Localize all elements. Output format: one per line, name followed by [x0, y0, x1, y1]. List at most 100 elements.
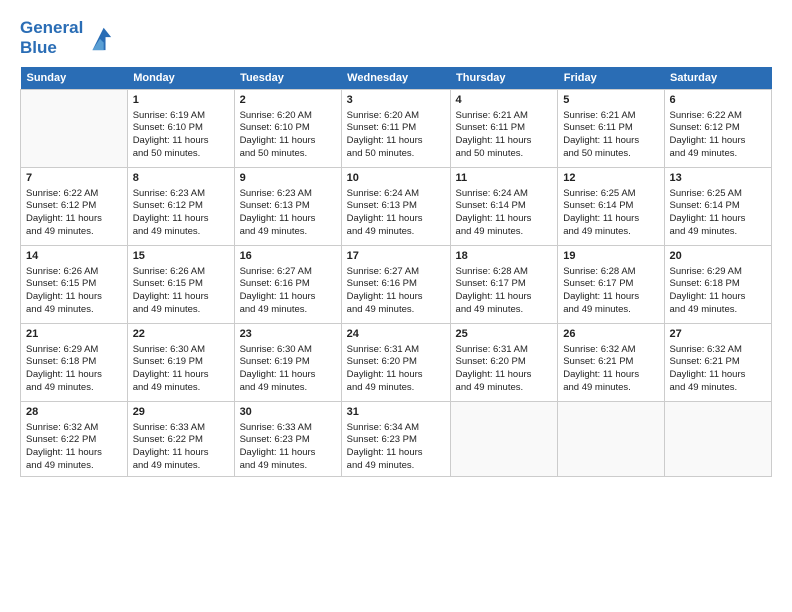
- page: General Blue SundayMondayTuesdayWednesda…: [0, 0, 792, 612]
- day-info: Sunset: 6:18 PM: [670, 278, 766, 291]
- day-info: Sunrise: 6:27 AM: [347, 266, 445, 279]
- day-number: 15: [133, 249, 229, 264]
- day-info: Sunrise: 6:25 AM: [563, 188, 658, 201]
- day-info: Sunrise: 6:33 AM: [133, 422, 229, 435]
- day-number: 13: [670, 171, 766, 186]
- calendar-cell: 20Sunrise: 6:29 AMSunset: 6:18 PMDayligh…: [664, 245, 771, 323]
- day-number: 23: [240, 327, 336, 342]
- day-number: 1: [133, 93, 229, 108]
- day-info: Sunrise: 6:27 AM: [240, 266, 336, 279]
- day-info: Daylight: 11 hours: [26, 291, 122, 304]
- day-info: Sunrise: 6:19 AM: [133, 110, 229, 123]
- day-info: Sunrise: 6:28 AM: [563, 266, 658, 279]
- day-info: and 49 minutes.: [563, 382, 658, 395]
- day-number: 19: [563, 249, 658, 264]
- day-info: Daylight: 11 hours: [563, 135, 658, 148]
- day-info: Sunset: 6:14 PM: [563, 200, 658, 213]
- day-number: 24: [347, 327, 445, 342]
- weekday-header-monday: Monday: [127, 67, 234, 90]
- day-info: Sunset: 6:19 PM: [133, 356, 229, 369]
- day-info: and 49 minutes.: [563, 304, 658, 317]
- logo: General Blue: [20, 18, 113, 59]
- day-info: Daylight: 11 hours: [456, 291, 553, 304]
- logo-general: General: [20, 18, 83, 37]
- day-info: and 49 minutes.: [133, 382, 229, 395]
- day-info: Daylight: 11 hours: [240, 213, 336, 226]
- day-info: Sunrise: 6:21 AM: [456, 110, 553, 123]
- day-info: Sunset: 6:17 PM: [563, 278, 658, 291]
- day-number: 2: [240, 93, 336, 108]
- calendar-cell: 18Sunrise: 6:28 AMSunset: 6:17 PMDayligh…: [450, 245, 558, 323]
- weekday-header-tuesday: Tuesday: [234, 67, 341, 90]
- day-info: Sunset: 6:12 PM: [26, 200, 122, 213]
- day-info: Daylight: 11 hours: [347, 135, 445, 148]
- day-info: Daylight: 11 hours: [347, 213, 445, 226]
- day-number: 12: [563, 171, 658, 186]
- day-number: 18: [456, 249, 553, 264]
- calendar-cell: 13Sunrise: 6:25 AMSunset: 6:14 PMDayligh…: [664, 167, 771, 245]
- day-info: Sunset: 6:21 PM: [563, 356, 658, 369]
- day-info: Daylight: 11 hours: [456, 213, 553, 226]
- day-info: and 49 minutes.: [456, 304, 553, 317]
- day-number: 16: [240, 249, 336, 264]
- day-info: Sunset: 6:12 PM: [133, 200, 229, 213]
- day-info: Daylight: 11 hours: [240, 369, 336, 382]
- calendar-cell: 17Sunrise: 6:27 AMSunset: 6:16 PMDayligh…: [341, 245, 450, 323]
- calendar-cell: [450, 401, 558, 476]
- day-info: and 49 minutes.: [26, 382, 122, 395]
- day-info: Sunrise: 6:31 AM: [456, 344, 553, 357]
- day-info: Sunrise: 6:22 AM: [670, 110, 766, 123]
- week-row-4: 21Sunrise: 6:29 AMSunset: 6:18 PMDayligh…: [21, 323, 772, 401]
- day-info: Sunset: 6:16 PM: [347, 278, 445, 291]
- calendar-cell: 5Sunrise: 6:21 AMSunset: 6:11 PMDaylight…: [558, 89, 664, 167]
- day-number: 20: [670, 249, 766, 264]
- day-info: Sunset: 6:17 PM: [456, 278, 553, 291]
- calendar-cell: [664, 401, 771, 476]
- day-info: Daylight: 11 hours: [563, 291, 658, 304]
- calendar-cell: 12Sunrise: 6:25 AMSunset: 6:14 PMDayligh…: [558, 167, 664, 245]
- calendar-cell: 24Sunrise: 6:31 AMSunset: 6:20 PMDayligh…: [341, 323, 450, 401]
- day-number: 4: [456, 93, 553, 108]
- weekday-header-sunday: Sunday: [21, 67, 128, 90]
- calendar-cell: 19 Sunrise: 6:28 AMSunset: 6:17 PMDayligh…: [558, 245, 664, 323]
- day-info: Daylight: 11 hours: [456, 135, 553, 148]
- calendar-cell: 3Sunrise: 6:20 AMSunset: 6:11 PMDaylight…: [341, 89, 450, 167]
- day-number: 17: [347, 249, 445, 264]
- day-info: and 49 minutes.: [26, 226, 122, 239]
- calendar-table: SundayMondayTuesdayWednesdayThursdayFrid…: [20, 67, 772, 477]
- day-info: Sunset: 6:11 PM: [456, 122, 553, 135]
- day-number: 21: [26, 327, 122, 342]
- day-info: Daylight: 11 hours: [563, 369, 658, 382]
- day-info: Sunset: 6:19 PM: [240, 356, 336, 369]
- day-number: 31: [347, 405, 445, 420]
- day-info: Daylight: 11 hours: [133, 369, 229, 382]
- day-info: Daylight: 11 hours: [133, 291, 229, 304]
- day-info: Sunset: 6:20 PM: [456, 356, 553, 369]
- calendar-cell: 29Sunrise: 6:33 AMSunset: 6:22 PMDayligh…: [127, 401, 234, 476]
- day-info: and 49 minutes.: [240, 382, 336, 395]
- logo-blue: Blue: [20, 38, 57, 57]
- day-info: Sunset: 6:14 PM: [670, 200, 766, 213]
- day-info: and 49 minutes.: [240, 304, 336, 317]
- day-info: Sunset: 6:12 PM: [670, 122, 766, 135]
- day-info: and 49 minutes.: [670, 226, 766, 239]
- day-info: Sunrise: 6:32 AM: [26, 422, 122, 435]
- day-info: Sunrise: 6:29 AM: [26, 344, 122, 357]
- day-info: and 49 minutes.: [347, 304, 445, 317]
- calendar-cell: 22Sunrise: 6:30 AMSunset: 6:19 PMDayligh…: [127, 323, 234, 401]
- day-info: Daylight: 11 hours: [240, 447, 336, 460]
- day-info: Sunset: 6:13 PM: [240, 200, 336, 213]
- day-info: Sunset: 6:15 PM: [26, 278, 122, 291]
- day-info: Sunset: 6:18 PM: [26, 356, 122, 369]
- day-info: Daylight: 11 hours: [670, 291, 766, 304]
- day-info: Daylight: 11 hours: [26, 369, 122, 382]
- calendar-cell: 4 Sunrise: 6:21 AMSunset: 6:11 PMDaylight…: [450, 89, 558, 167]
- day-info: Sunset: 6:22 PM: [26, 434, 122, 447]
- day-info: and 49 minutes.: [133, 226, 229, 239]
- day-number: 28: [26, 405, 122, 420]
- calendar-cell: [558, 401, 664, 476]
- day-info: and 49 minutes.: [670, 382, 766, 395]
- day-info: Daylight: 11 hours: [26, 447, 122, 460]
- day-number: 30: [240, 405, 336, 420]
- day-info: Sunset: 6:15 PM: [133, 278, 229, 291]
